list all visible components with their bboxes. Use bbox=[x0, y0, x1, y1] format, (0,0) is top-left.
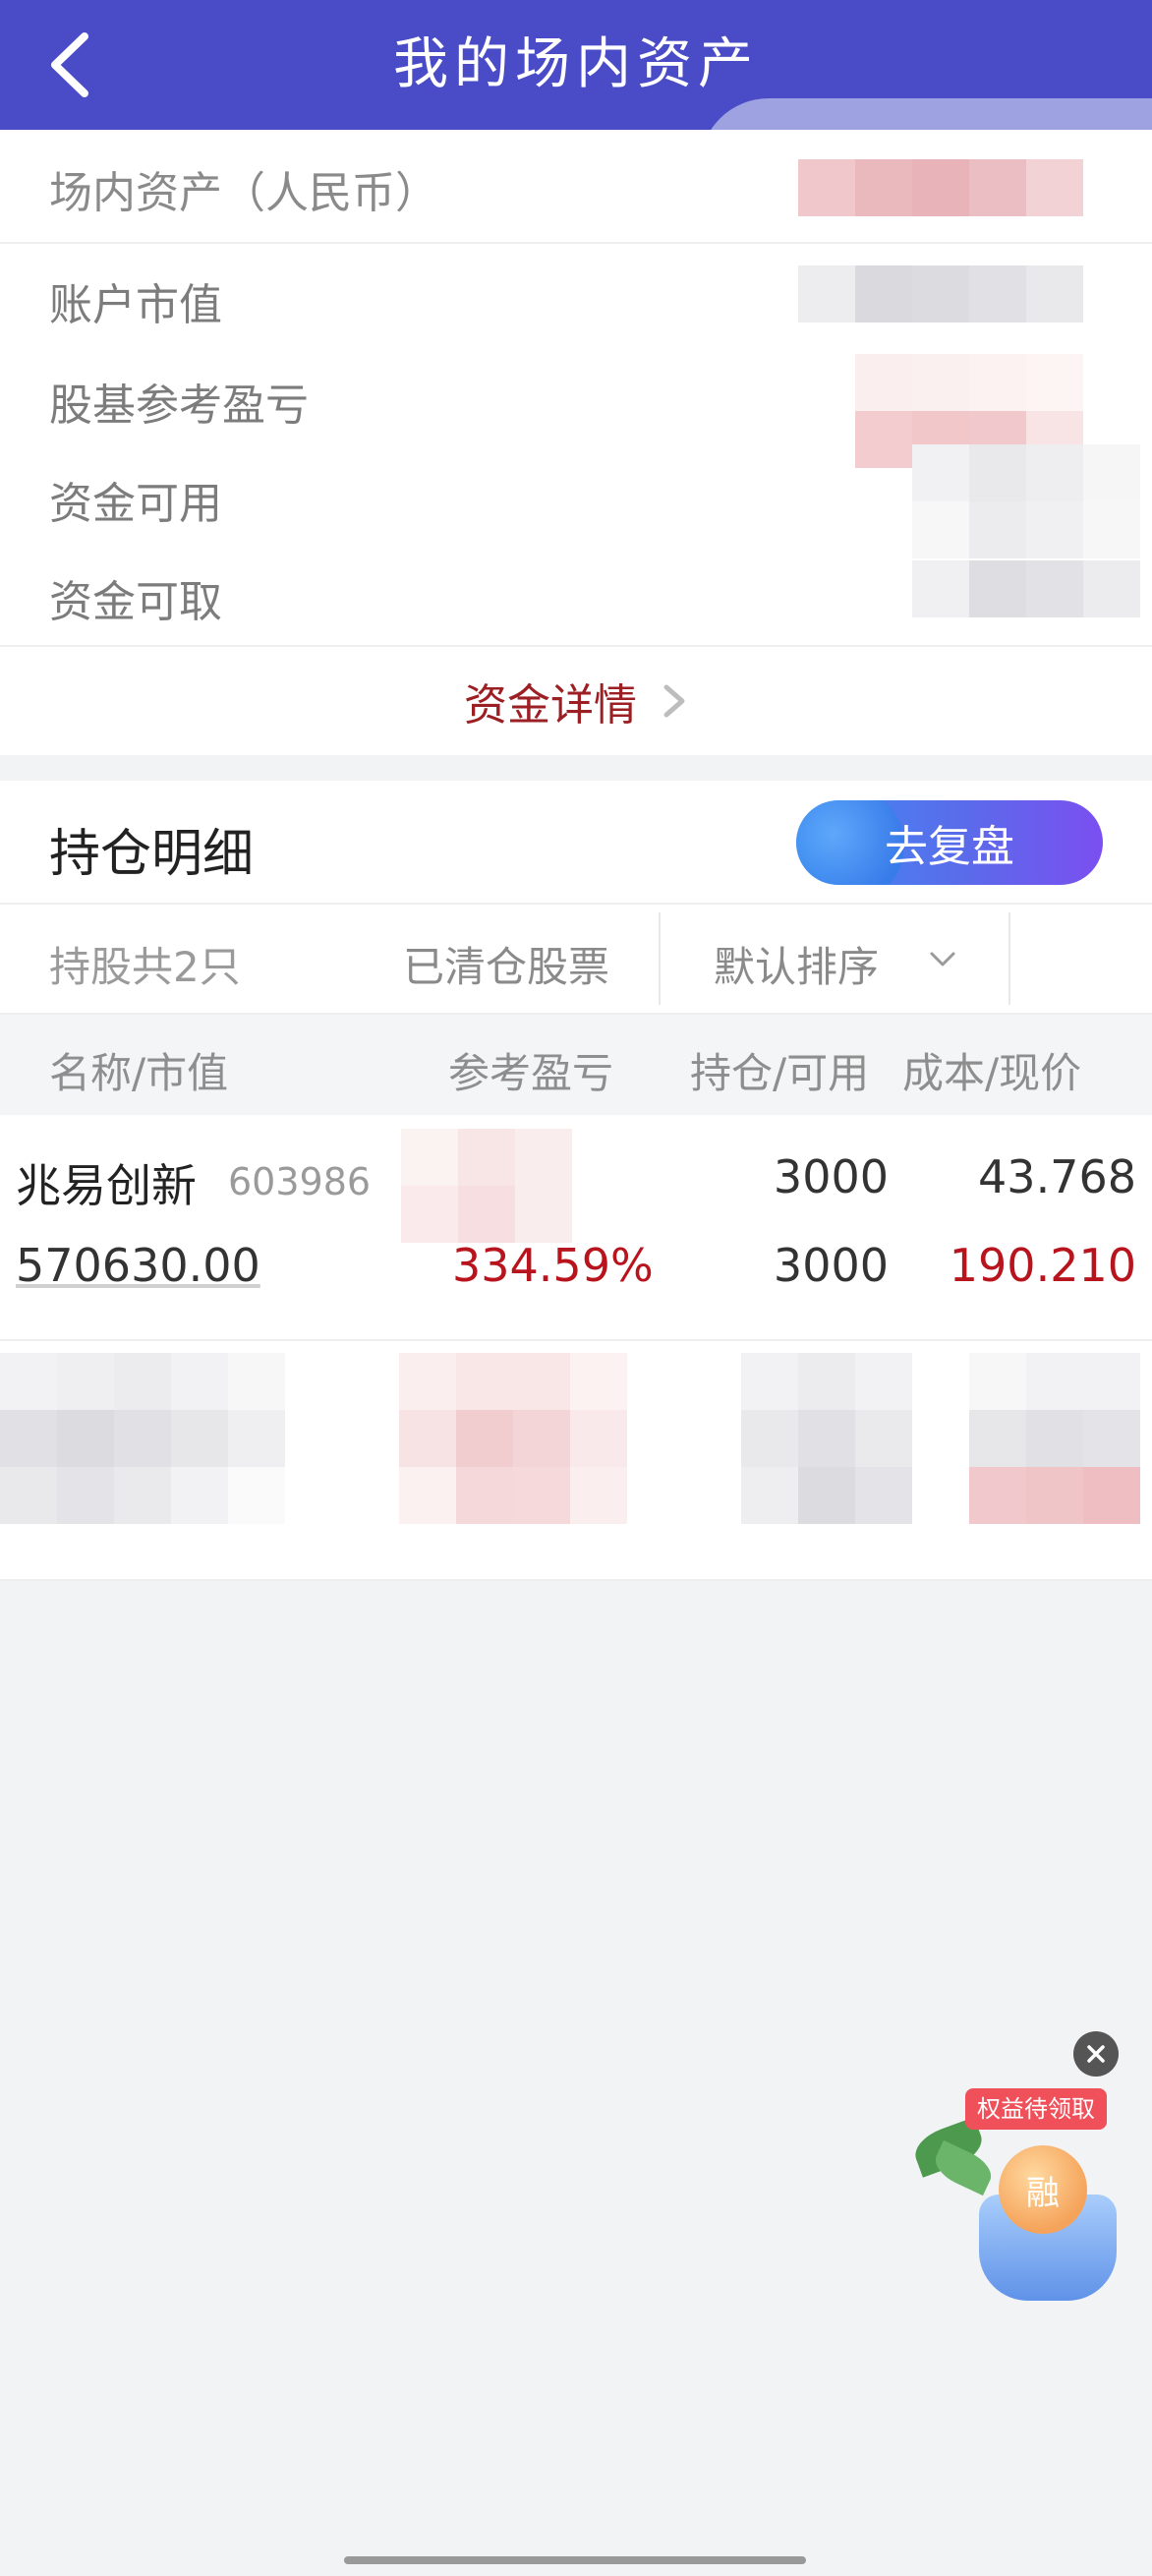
chevron-right-icon bbox=[663, 684, 685, 718]
holdings-card: 持仓明细 去复盘 持股共2只 已清仓股票 默认排序 名称/市值 参考盈亏 持仓/… bbox=[0, 781, 1152, 1581]
position-qty: 3000 bbox=[773, 1150, 889, 1203]
stock-code: 603986 bbox=[228, 1160, 372, 1203]
review-button-label: 去复盘 bbox=[885, 822, 1014, 872]
funds-withdrawable-row: 资金可取 bbox=[0, 543, 1152, 641]
palm-leaf-decoration bbox=[929, 2139, 998, 2196]
col-pnl[interactable]: 参考盈亏 bbox=[448, 1040, 613, 1100]
home-indicator[interactable] bbox=[344, 2556, 806, 2564]
divider bbox=[1008, 912, 1010, 1005]
redacted-value bbox=[399, 1353, 627, 1524]
top-nav-bar: 我的场内资产 bbox=[0, 0, 1152, 130]
col-position[interactable]: 持仓/可用 bbox=[690, 1040, 869, 1100]
col-name[interactable]: 名称/市值 bbox=[49, 1040, 228, 1100]
funds-withdrawable-label: 资金可取 bbox=[49, 577, 222, 627]
funds-detail-link[interactable]: 资金详情 bbox=[0, 645, 1152, 755]
close-icon bbox=[1087, 2045, 1105, 2063]
market-value: 570630.00 bbox=[16, 1239, 260, 1292]
market-value-label: 账户市值 bbox=[49, 280, 222, 330]
promo-tag: 权益待领取 bbox=[965, 2088, 1107, 2130]
redacted-value bbox=[741, 1353, 912, 1524]
pnl-label: 股基参考盈亏 bbox=[49, 381, 309, 431]
pnl-percent: 334.59% bbox=[452, 1239, 654, 1292]
funds-available-row: 资金可用 bbox=[0, 444, 1152, 558]
rewards-promo-widget[interactable]: 融 权益待领取 bbox=[909, 2088, 1123, 2301]
table-row-redacted[interactable] bbox=[0, 1343, 1152, 1581]
funds-available-label: 资金可用 bbox=[49, 479, 222, 529]
redacted-value bbox=[798, 159, 1083, 216]
holdings-count: 持股共2只 bbox=[49, 943, 241, 991]
redacted-value bbox=[798, 265, 1083, 322]
col-cost[interactable]: 成本/现价 bbox=[902, 1040, 1081, 1100]
table-row[interactable]: 兆易创新 603986 570630.00 334.59% 3000 3000 … bbox=[0, 1115, 1152, 1341]
holdings-title: 持仓明细 bbox=[49, 825, 255, 884]
redacted-value bbox=[401, 1129, 572, 1243]
funds-detail-label: 资金详情 bbox=[464, 680, 637, 731]
coin-icon: 融 bbox=[999, 2145, 1087, 2234]
asset-total-row: 场内资产（人民币） bbox=[0, 130, 1152, 244]
page-title: 我的场内资产 bbox=[393, 32, 759, 96]
divider bbox=[659, 912, 661, 1005]
redacted-value bbox=[912, 560, 1140, 617]
asset-summary-card: 场内资产（人民币） 账户市值 股基参考盈亏 资金可用 资金可取 资金详情 bbox=[0, 130, 1152, 755]
available-qty: 3000 bbox=[773, 1239, 889, 1292]
holdings-header: 持仓明细 去复盘 bbox=[0, 781, 1152, 905]
holdings-column-headers: 名称/市值 参考盈亏 持仓/可用 成本/现价 bbox=[0, 1015, 1152, 1115]
coin-label: 融 bbox=[1026, 2173, 1060, 2213]
close-promo-button[interactable] bbox=[1073, 2031, 1119, 2077]
current-price: 190.210 bbox=[949, 1239, 1136, 1292]
stock-name: 兆易创新 bbox=[16, 1159, 197, 1212]
chevron-down-icon[interactable] bbox=[928, 950, 957, 969]
market-value-row: 账户市值 bbox=[0, 246, 1152, 344]
review-button[interactable]: 去复盘 bbox=[796, 800, 1103, 885]
pnl-row: 股基参考盈亏 bbox=[0, 346, 1152, 468]
cost-price: 43.768 bbox=[978, 1150, 1136, 1203]
redacted-value bbox=[0, 1353, 285, 1524]
cleared-stocks-tab[interactable]: 已清仓股票 bbox=[403, 934, 609, 994]
redacted-value bbox=[969, 1353, 1140, 1524]
holdings-filter-bar: 持股共2只 已清仓股票 默认排序 bbox=[0, 905, 1152, 1015]
sort-dropdown[interactable]: 默认排序 bbox=[714, 934, 879, 994]
asset-total-label: 场内资产（人民币） bbox=[49, 168, 438, 218]
redacted-value bbox=[912, 444, 1140, 558]
